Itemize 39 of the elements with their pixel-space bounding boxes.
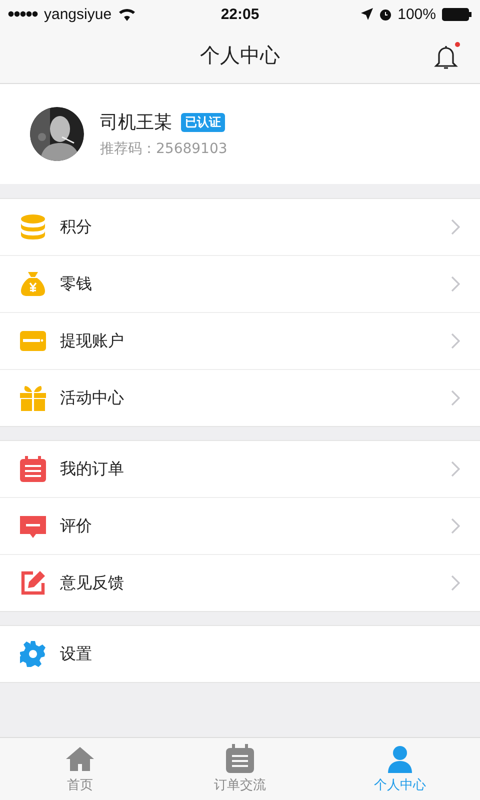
signal-icon <box>8 11 38 17</box>
chevron-right-icon <box>451 390 460 406</box>
menu-item[interactable]: 我的订单 <box>0 441 480 497</box>
settings-icon <box>20 641 46 667</box>
gift-icon <box>20 385 46 411</box>
notepad-icon <box>225 744 255 774</box>
location-arrow-icon <box>360 8 373 20</box>
page-title: 个人中心 <box>200 42 280 69</box>
alarm-clock-icon <box>378 8 392 20</box>
driver-name: 司机王某 <box>100 111 172 134</box>
wifi-icon <box>118 7 136 21</box>
person-icon <box>385 744 415 774</box>
chevron-right-icon <box>451 333 460 349</box>
chevron-right-icon <box>451 219 460 235</box>
chevron-right-icon <box>451 276 460 292</box>
chevron-right-icon <box>451 575 460 591</box>
carrier-name: yangsiyue <box>44 6 112 22</box>
home-icon <box>65 744 95 774</box>
menu-item[interactable]: 零钱 <box>0 255 480 312</box>
chevron-right-icon <box>451 461 460 477</box>
menu-item[interactable]: 活动中心 <box>0 369 480 426</box>
chevron-right-icon <box>451 518 460 534</box>
verified-badge: 已认证 <box>181 112 225 132</box>
card-icon <box>20 328 46 354</box>
status-time: 22:05 <box>220 6 260 22</box>
comment-icon <box>20 513 46 539</box>
referral-code: 推荐码：25689103 <box>100 140 228 158</box>
menu-item[interactable]: 设置 <box>0 626 480 682</box>
battery-icon <box>442 8 472 20</box>
menu-item[interactable]: 提现账户 <box>0 312 480 369</box>
menu-item[interactable]: 积分 <box>0 199 480 255</box>
money-bag-icon <box>20 271 46 297</box>
battery-percentage: 100% <box>398 6 436 22</box>
bell-icon[interactable] <box>434 44 458 70</box>
menu-item[interactable]: 意见反馈 <box>0 554 480 611</box>
edit-icon <box>20 570 46 596</box>
notepad-icon <box>20 456 46 482</box>
menu-item[interactable]: 评价 <box>0 497 480 554</box>
coin-stack-icon <box>20 214 46 240</box>
